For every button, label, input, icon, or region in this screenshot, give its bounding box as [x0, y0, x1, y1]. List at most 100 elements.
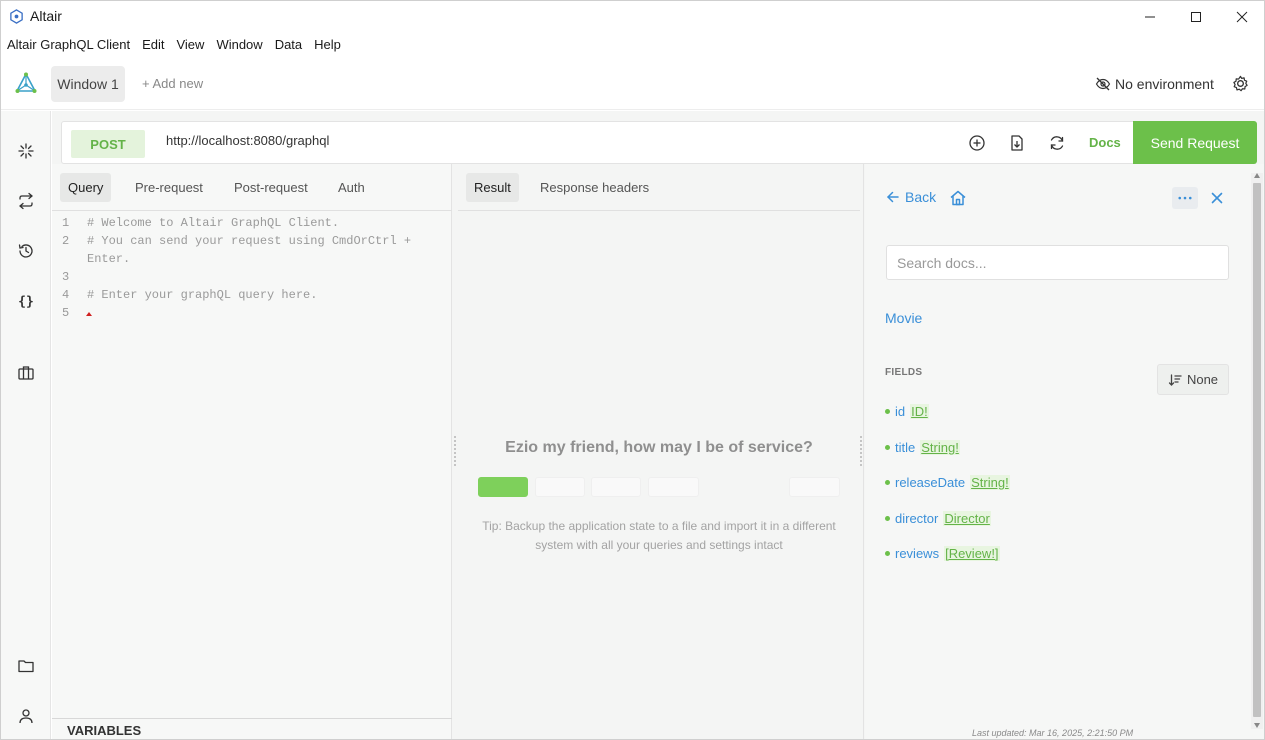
menu-help[interactable]: Help: [314, 37, 341, 52]
editor-line: 5: [52, 306, 452, 324]
query-editor[interactable]: 1 # Welcome to Altair GraphQL Client. 2 # …: [52, 216, 452, 324]
menu-bar: Altair GraphQL Client Edit View Window D…: [1, 33, 353, 56]
add-query-icon[interactable]: [968, 134, 986, 152]
variables-toggle[interactable]: VARIABLES: [52, 718, 452, 739]
user-icon[interactable]: [17, 707, 35, 725]
scroll-up-icon[interactable]: [1254, 173, 1260, 178]
skeleton-bar: [789, 477, 840, 497]
search-docs-input[interactable]: [886, 245, 1229, 280]
field-type-link[interactable]: String!: [970, 475, 1010, 490]
download-file-icon[interactable]: [1008, 134, 1026, 152]
docs-more-button[interactable]: [1172, 187, 1198, 209]
window-title: Altair: [30, 8, 62, 24]
main-area: POST Docs Send Request Query Pre-request…: [52, 111, 1264, 739]
more-icon: [1178, 196, 1192, 200]
sort-label: None: [1186, 372, 1219, 387]
minimize-button[interactable]: [1127, 1, 1173, 32]
doc-field-item: title String!: [885, 440, 960, 455]
field-name[interactable]: director: [895, 511, 938, 526]
field-type-link[interactable]: Director: [943, 511, 991, 526]
maximize-icon: [1191, 11, 1201, 22]
http-method-selector[interactable]: POST: [71, 130, 145, 158]
tab-result[interactable]: Result: [466, 173, 519, 202]
skeleton-bar: [648, 477, 699, 497]
environment-selector[interactable]: No environment: [1095, 76, 1214, 92]
docs-back-button[interactable]: Back: [886, 189, 936, 205]
braces-icon[interactable]: {}: [17, 292, 35, 310]
tab-post-request[interactable]: Post-request: [226, 173, 316, 202]
add-new-window-button[interactable]: + Add new: [142, 76, 203, 91]
app-window: Altair Altair GraphQL Client Edit View W…: [0, 0, 1265, 740]
history-icon[interactable]: [17, 242, 35, 260]
docs-scrollbar[interactable]: [1251, 173, 1263, 729]
skeleton-bar: [535, 477, 585, 497]
field-bullet: [885, 445, 890, 450]
maximize-button[interactable]: [1173, 1, 1219, 32]
field-type-link[interactable]: ID!: [910, 404, 929, 419]
cursor-marker: [86, 312, 92, 316]
docs-type-name[interactable]: Movie: [885, 310, 922, 326]
left-sidebar: {}: [1, 111, 51, 739]
back-label: Back: [905, 189, 937, 205]
skeleton-bar: [591, 477, 641, 497]
swap-icon[interactable]: [17, 192, 35, 210]
altair-logo-icon: [15, 72, 37, 93]
loading-icon[interactable]: [17, 142, 35, 160]
doc-field-item: id ID!: [885, 404, 929, 419]
field-name[interactable]: releaseDate: [895, 475, 965, 490]
close-window-button[interactable]: [1219, 1, 1264, 32]
altair-logo-icon: [10, 9, 23, 24]
doc-field-item: reviews [Review!]: [885, 546, 1000, 561]
send-request-button[interactable]: Send Request: [1133, 121, 1257, 164]
field-name[interactable]: id: [895, 404, 905, 419]
editor-line: Enter.: [87, 252, 131, 266]
scrollbar-thumb[interactable]: [1253, 183, 1261, 717]
gear-icon[interactable]: [1232, 75, 1249, 92]
menu-edit[interactable]: Edit: [142, 37, 164, 52]
result-pane: Result Response headers Ezio my friend, …: [454, 164, 864, 739]
doc-field-item: director Director: [885, 511, 991, 526]
docs-button[interactable]: Docs: [1089, 135, 1121, 150]
field-bullet: [885, 480, 890, 485]
field-name[interactable]: reviews: [895, 546, 939, 561]
editor-line: 1 # Welcome to Altair GraphQL Client.: [62, 216, 340, 230]
menu-altair[interactable]: Altair GraphQL Client: [7, 37, 130, 52]
field-bullet: [885, 516, 890, 521]
sort-fields-button[interactable]: None: [1157, 364, 1229, 395]
toolbox-icon[interactable]: [17, 364, 35, 382]
last-updated-text: Last updated: Mar 16, 2025, 2:21:50 PM: [972, 728, 1134, 738]
doc-field-item: releaseDate String!: [885, 475, 1010, 490]
refresh-icon[interactable]: [1048, 134, 1066, 152]
tab-pre-request[interactable]: Pre-request: [127, 173, 211, 202]
menu-window[interactable]: Window: [216, 37, 262, 52]
fields-heading: FIELDS: [885, 367, 923, 378]
tab-query[interactable]: Query: [60, 173, 112, 202]
query-tabs: Query Pre-request Post-request Auth: [52, 164, 452, 211]
field-type-link[interactable]: String!: [920, 440, 960, 455]
scroll-down-icon[interactable]: [1254, 723, 1260, 728]
tab-window-1[interactable]: Window 1: [51, 66, 125, 102]
editor-line: 3: [62, 270, 70, 284]
menu-data[interactable]: Data: [275, 37, 302, 52]
home-icon[interactable]: [949, 189, 967, 207]
folder-icon[interactable]: [17, 657, 35, 675]
title-bar: Altair: [1, 1, 1264, 32]
field-type-link[interactable]: [Review!]: [944, 546, 1000, 561]
docs-pane: Back Movie FIELDS None id ID! title: [865, 164, 1264, 739]
svg-text:{}: {}: [18, 295, 34, 310]
tab-auth[interactable]: Auth: [330, 173, 373, 202]
request-bar: POST Docs Send Request: [61, 121, 1257, 164]
editor-line: 4 # Enter your graphQL query here.: [62, 288, 318, 302]
url-input[interactable]: [166, 133, 766, 148]
close-icon: [1236, 11, 1248, 22]
menu-view[interactable]: View: [176, 37, 204, 52]
editor-line: 2 # You can send your request using CmdOr…: [62, 234, 412, 248]
minimize-icon: [1145, 16, 1155, 17]
arrow-left-icon: [887, 191, 899, 203]
tab-response-headers[interactable]: Response headers: [532, 173, 657, 202]
empty-state-title: Ezio my friend, how may I be of service?: [505, 439, 813, 456]
field-bullet: [885, 551, 890, 556]
field-bullet: [885, 409, 890, 414]
close-icon[interactable]: [1208, 189, 1226, 207]
field-name[interactable]: title: [895, 440, 915, 455]
